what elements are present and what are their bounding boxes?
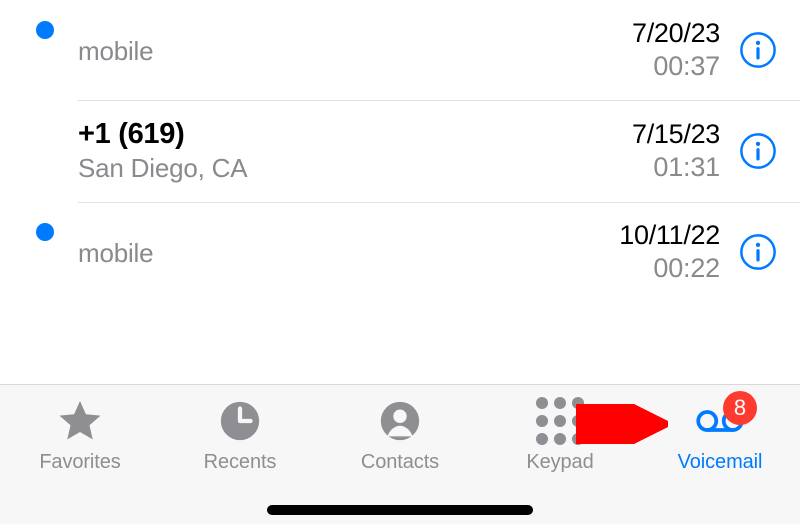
voicemail-date-duration: 7/20/23 00:37 [632, 18, 720, 82]
voicemail-meta: mobile [78, 36, 632, 67]
tab-contacts[interactable]: Contacts [325, 397, 475, 474]
clock-icon [216, 397, 264, 445]
info-icon [739, 31, 777, 69]
voicemail-badge: 8 [723, 391, 757, 425]
voicemail-date-duration: 7/15/23 01:31 [632, 119, 720, 183]
voicemail-duration: 00:22 [653, 253, 720, 284]
unread-dot-icon [36, 223, 54, 241]
voicemail-caller: +1 (619) [78, 118, 632, 151]
unread-indicator-col [12, 18, 78, 39]
voicemail-duration: 00:37 [653, 51, 720, 82]
info-icon [739, 233, 777, 271]
voicemail-date: 7/20/23 [632, 18, 720, 49]
voicemail-date-duration: 10/11/22 00:22 [619, 220, 720, 284]
tab-label: Contacts [361, 451, 439, 474]
info-button[interactable] [738, 232, 778, 272]
tab-bar: Favorites Recents Contacts Keypad Voicem… [0, 384, 800, 524]
voicemail-date: 10/11/22 [619, 220, 720, 251]
voicemail-row[interactable]: mobile 7/20/23 00:37 [0, 0, 800, 100]
star-icon [56, 397, 104, 445]
voicemail-right-col: 7/20/23 00:37 [632, 18, 788, 82]
voicemail-meta: mobile [78, 238, 619, 269]
voicemail-right-col: 10/11/22 00:22 [619, 220, 788, 284]
voicemail-text-col: +1 (619) San Diego, CA [78, 118, 632, 184]
info-button[interactable] [738, 131, 778, 171]
person-icon [376, 397, 424, 445]
voicemail-row[interactable]: mobile 10/11/22 00:22 [0, 202, 800, 302]
voicemail-date: 7/15/23 [632, 119, 720, 150]
annotation-arrow-icon [572, 404, 668, 444]
tab-favorites[interactable]: Favorites [5, 397, 155, 474]
voicemail-right-col: 7/15/23 01:31 [632, 119, 788, 183]
unread-indicator-col [12, 118, 78, 121]
voicemail-duration: 01:31 [653, 152, 720, 183]
voicemail-row[interactable]: +1 (619) San Diego, CA 7/15/23 01:31 [0, 100, 800, 202]
unread-indicator-col [12, 220, 78, 241]
unread-dot-icon [36, 21, 54, 39]
voicemail-text-col: mobile [78, 34, 632, 67]
tab-label: Favorites [39, 451, 120, 474]
tab-label: Recents [204, 451, 277, 474]
info-icon [739, 132, 777, 170]
voicemail-meta: San Diego, CA [78, 153, 632, 184]
tab-label: Voicemail [678, 451, 763, 474]
home-indicator [267, 505, 533, 515]
voicemail-list: mobile 7/20/23 00:37 +1 (619) San Diego,… [0, 0, 800, 302]
voicemail-text-col: mobile [78, 236, 619, 269]
tab-label: Keypad [526, 451, 593, 474]
info-button[interactable] [738, 30, 778, 70]
tab-recents[interactable]: Recents [165, 397, 315, 474]
